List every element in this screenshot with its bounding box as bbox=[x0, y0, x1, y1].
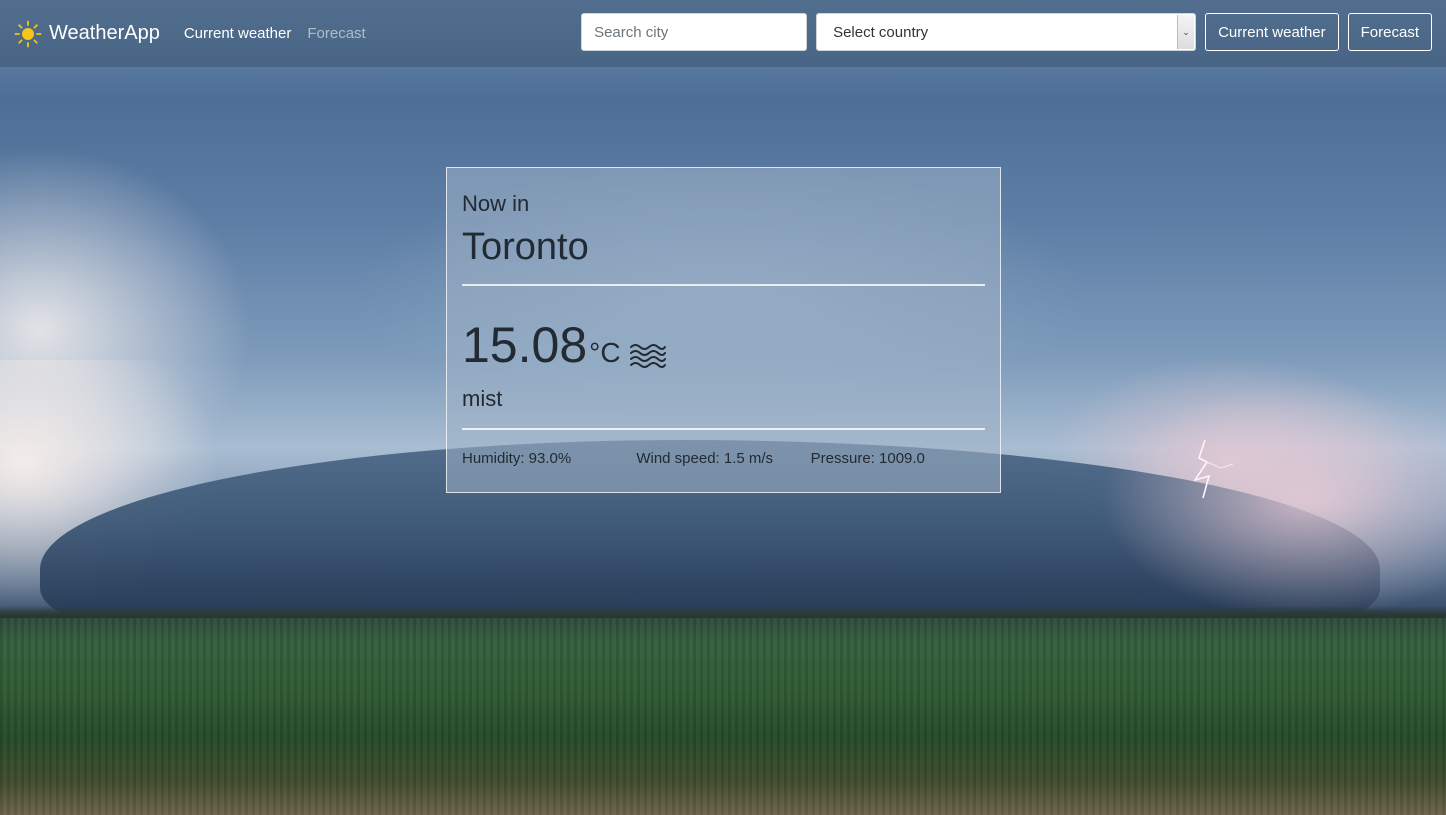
lightning-graphic bbox=[1193, 440, 1234, 499]
divider bbox=[462, 427, 985, 430]
wind-speed-stat: Wind speed: 1.5 m/s bbox=[636, 449, 774, 467]
weather-description: mist bbox=[462, 385, 503, 411]
sun-icon bbox=[14, 20, 42, 47]
country-select[interactable]: Select country ⌄ bbox=[816, 13, 1197, 51]
background-field bbox=[0, 618, 1446, 815]
brand-link[interactable]: WeatherApp bbox=[14, 20, 160, 48]
brand-label: WeatherApp bbox=[49, 22, 160, 44]
chevron-down-icon[interactable]: ⌄ bbox=[1177, 15, 1195, 49]
forecast-button[interactable]: Forecast bbox=[1347, 13, 1432, 51]
now-in-label: Now in bbox=[462, 191, 530, 216]
navbar: WeatherApp Current weather Forecast Sele… bbox=[0, 0, 1446, 67]
nav-link-current-weather[interactable]: Current weather bbox=[184, 25, 292, 42]
country-select-value: Select country bbox=[833, 23, 929, 41]
temperature-unit: °C bbox=[589, 337, 621, 369]
search-form: Select country ⌄ Current weather Forecas… bbox=[581, 13, 1432, 51]
background-glow-right bbox=[1100, 380, 1446, 620]
nav-link-forecast[interactable]: Forecast bbox=[307, 25, 365, 42]
pressure-stat: Pressure: 1009.0 bbox=[810, 449, 925, 467]
page: WeatherApp Current weather Forecast Sele… bbox=[0, 0, 1446, 815]
weather-stats: Humidity: 93.0% Wind speed: 1.5 m/s Pres… bbox=[462, 450, 985, 467]
mist-icon bbox=[629, 343, 666, 368]
current-weather-button[interactable]: Current weather bbox=[1205, 13, 1339, 51]
temperature-value: 15.08 bbox=[462, 316, 588, 373]
temperature-row: 15.08 °C bbox=[462, 314, 985, 370]
search-city-input[interactable] bbox=[581, 13, 808, 51]
city-name: Toronto bbox=[462, 226, 589, 268]
weather-card: Now in Toronto 15.08 °C mist Humidity: 9… bbox=[446, 167, 1001, 493]
humidity-stat: Humidity: 93.0% bbox=[462, 449, 572, 467]
divider bbox=[462, 283, 985, 286]
